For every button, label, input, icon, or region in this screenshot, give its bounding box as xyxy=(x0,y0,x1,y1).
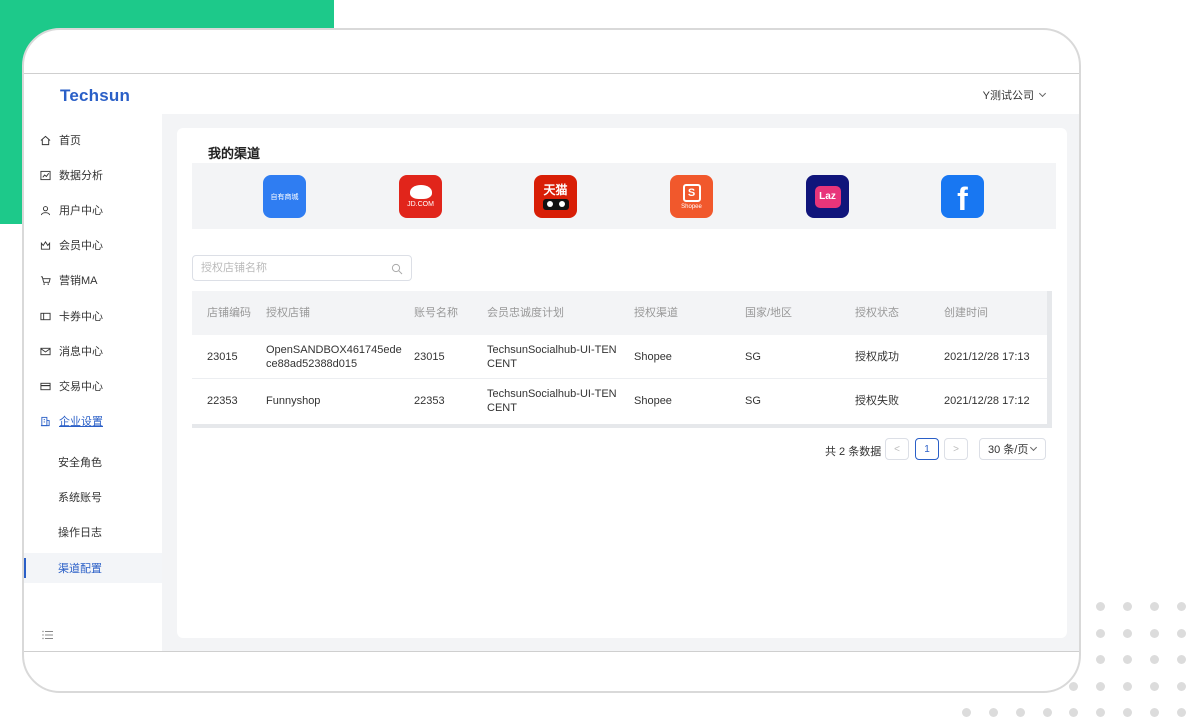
chevron-down-icon xyxy=(1030,443,1038,452)
shopee-bag-icon: S xyxy=(682,183,701,202)
building-icon xyxy=(40,416,51,427)
jd-logo-icon xyxy=(409,185,432,199)
app-logo[interactable]: Techsun xyxy=(60,86,130,106)
status-badge: 授权成功 xyxy=(855,350,899,363)
authorized-stores-table: 店铺编码 授权店铺 账号名称 会员忠诚度计划 授权渠道 国家/地区 授权状态 创… xyxy=(192,291,1052,428)
table-cell: 23015 xyxy=(207,350,238,363)
store-search-input[interactable] xyxy=(193,256,373,280)
column-header: 国家/地区 xyxy=(745,307,793,319)
user-icon xyxy=(40,205,51,216)
table-cell: 2021/12/28 17:13 xyxy=(944,350,1030,363)
sidebar-item-messages[interactable]: 消息中心 xyxy=(24,336,162,366)
channel-label: 天猫 xyxy=(543,182,568,197)
mail-icon xyxy=(40,346,51,357)
sidebar-item-label: 营销MA xyxy=(59,275,98,287)
pagination-prev-button[interactable]: < xyxy=(885,438,909,460)
lazada-logo-icon: Laz xyxy=(814,185,841,208)
column-header: 创建时间 xyxy=(944,307,988,319)
table-header-row: 店铺编码 授权店铺 账号名称 会员忠诚度计划 授权渠道 国家/地区 授权状态 创… xyxy=(192,291,1047,335)
crown-icon xyxy=(40,240,51,251)
channel-label: Shopee xyxy=(681,203,702,210)
sidebar-item-label: 消息中心 xyxy=(59,346,103,358)
sidebar-subitem-operation-logs[interactable]: 操作日志 xyxy=(24,517,162,547)
table-cell: Shopee xyxy=(634,350,672,363)
table-cell: SG xyxy=(745,350,761,363)
table-cell: TechsunSocialhub-UI-TENCENT xyxy=(487,388,617,414)
page-size-value: 30 条/页 xyxy=(988,444,1029,456)
sidebar-item-home[interactable]: 首页 xyxy=(24,125,162,155)
sidebar-item-coupons[interactable]: 卡券中心 xyxy=(24,301,162,331)
device-frame: Techsun Y测试公司 首页 数据分析 用户中心 会员中心 营销MA 卡券中… xyxy=(22,28,1081,693)
column-header: 授权状态 xyxy=(855,307,899,319)
column-header: 会员忠诚度计划 xyxy=(487,307,564,319)
channel-tmall[interactable]: 天猫 xyxy=(534,175,577,218)
channel-shopee[interactable]: S Shopee xyxy=(670,175,713,218)
sidebar-item-enterprise-settings[interactable]: 企业设置 xyxy=(24,406,162,436)
table-vertical-scrollbar[interactable] xyxy=(1047,291,1052,424)
table-cell: Funnyshop xyxy=(266,395,321,407)
column-header: 授权渠道 xyxy=(634,307,678,319)
column-header: 账号名称 xyxy=(414,307,458,319)
sidebar-item-label: 企业设置 xyxy=(59,416,103,428)
pagination-page-1[interactable]: 1 xyxy=(915,438,939,460)
table-cell: 22353 xyxy=(414,395,445,407)
search-icon[interactable] xyxy=(391,262,403,275)
sidebar-subitem-channel-config[interactable]: 渠道配置 xyxy=(24,553,162,583)
app-window: Techsun Y测试公司 首页 数据分析 用户中心 会员中心 营销MA 卡券中… xyxy=(24,74,1079,651)
page-size-select[interactable]: 30 条/页 xyxy=(979,438,1046,460)
top-header: Techsun Y测试公司 xyxy=(24,74,1079,114)
sidebar-subitem-system-accounts[interactable]: 系统账号 xyxy=(24,482,162,512)
channel-own-store[interactable]: 自有商城 xyxy=(263,175,306,218)
channel-jd[interactable]: JD.COM xyxy=(399,175,442,218)
sidebar-item-users[interactable]: 用户中心 xyxy=(24,195,162,225)
table-cell: 23015 xyxy=(414,350,445,363)
table-cell: OpenSANDBOX461745edece88ad52388d015 xyxy=(266,343,402,370)
channel-lazada[interactable]: Laz xyxy=(806,175,849,218)
store-search xyxy=(192,255,412,281)
table-cell: SG xyxy=(745,395,761,407)
sidebar-item-label: 卡券中心 xyxy=(59,311,103,323)
channel-facebook[interactable]: f xyxy=(941,175,984,218)
pagination-next-button[interactable]: > xyxy=(944,438,968,460)
ticket-icon xyxy=(40,311,51,322)
column-header: 授权店铺 xyxy=(266,307,310,319)
channel-label: JD.COM xyxy=(407,201,434,208)
page-title: 我的渠道 xyxy=(208,146,261,161)
column-header: 店铺编码 xyxy=(207,307,251,319)
sidebar-item-analytics[interactable]: 数据分析 xyxy=(24,160,162,190)
sidebar-subitem-security-roles[interactable]: 安全角色 xyxy=(24,447,162,477)
sidebar-item-label: 首页 xyxy=(59,135,81,147)
sidebar-item-label: 用户中心 xyxy=(59,205,103,217)
channel-list: 自有商城 JD.COM 天猫 S Shopee Laz f xyxy=(192,163,1056,229)
table-row[interactable]: 23015 OpenSANDBOX461745edece88ad52388d01… xyxy=(192,335,1047,379)
main-content-card: 我的渠道 自有商城 JD.COM 天猫 S Shopee Laz f 授权店铺名… xyxy=(177,128,1067,638)
sidebar-item-members[interactable]: 会员中心 xyxy=(24,230,162,260)
table-cell: 22353 xyxy=(207,395,238,407)
home-icon xyxy=(40,135,51,146)
cart-icon xyxy=(40,275,51,286)
table-row[interactable]: 22353 Funnyshop 22353 TechsunSocialhub-U… xyxy=(192,379,1047,423)
sidebar-item-transactions[interactable]: 交易中心 xyxy=(24,371,162,401)
facebook-logo-icon: f xyxy=(957,181,968,217)
table-cell: Shopee xyxy=(634,395,672,407)
table-cell: 2021/12/28 17:12 xyxy=(944,395,1030,407)
sidebar-item-label: 数据分析 xyxy=(59,170,103,182)
sidebar-item-marketing[interactable]: 营销MA xyxy=(24,265,162,295)
company-switcher[interactable]: Y测试公司 xyxy=(982,87,1047,103)
sidebar-item-label: 会员中心 xyxy=(59,240,103,252)
sidebar: 首页 数据分析 用户中心 会员中心 营销MA 卡券中心 消息中心 交易中心 企业… xyxy=(24,114,162,651)
menu-collapse-icon[interactable] xyxy=(42,628,54,640)
company-name: Y测试公司 xyxy=(982,90,1034,102)
card-icon xyxy=(40,381,51,392)
channel-label: 自有商城 xyxy=(270,193,299,201)
chart-icon xyxy=(40,170,51,181)
sidebar-item-label: 交易中心 xyxy=(59,381,103,393)
frame-bottom-divider xyxy=(24,651,1079,652)
status-badge: 授权失败 xyxy=(855,395,899,407)
tmall-cat-icon xyxy=(542,198,569,210)
pagination-total: 共 2 条数据 xyxy=(825,446,882,458)
chevron-down-icon xyxy=(1038,89,1047,98)
table-cell: TechsunSocialhub-UI-TENCENT xyxy=(487,343,617,370)
